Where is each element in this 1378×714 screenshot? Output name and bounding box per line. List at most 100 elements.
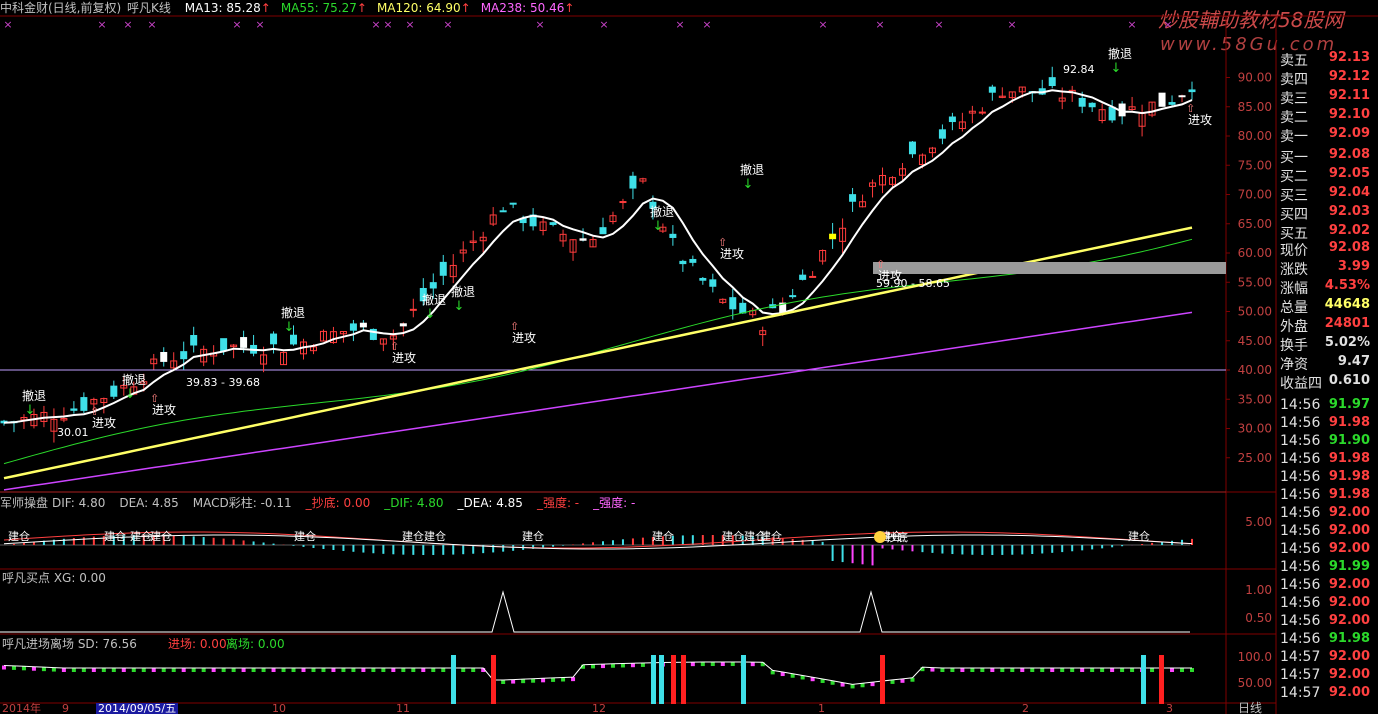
price-axis-label: 45.00 — [1238, 334, 1272, 348]
order-book-row[interactable]: 买三 92.04 — [1278, 185, 1378, 204]
sd-dot — [211, 668, 216, 672]
candle-body — [938, 129, 946, 139]
tick-row[interactable]: 14:56 92.00 — [1278, 541, 1378, 559]
time-axis-label: 3 — [1166, 702, 1173, 714]
stat-row[interactable]: 收益四 0.610 — [1278, 373, 1378, 392]
stat-row[interactable]: 换手 5.02% — [1278, 335, 1378, 354]
candle-body — [240, 337, 248, 348]
candle-body — [549, 222, 557, 225]
sd-in-label: 进场: 0.00 — [168, 637, 227, 651]
tick-row[interactable]: 14:56 92.00 — [1278, 595, 1378, 613]
tick-row[interactable]: 14:56 91.99 — [1278, 559, 1378, 577]
tick-row[interactable]: 14:56 91.90 — [1278, 433, 1378, 451]
tick-row[interactable]: 14:57 92.00 — [1278, 685, 1378, 703]
tick-row[interactable]: 14:56 92.00 — [1278, 577, 1378, 595]
x-marker-icon: × — [1007, 18, 1016, 31]
stat-row[interactable]: 涨幅 4.53% — [1278, 278, 1378, 297]
order-book-row-label: 买三 — [1280, 188, 1308, 204]
attack-label: 进攻 — [392, 351, 416, 365]
order-book-row-value: 92.08 — [1328, 147, 1370, 162]
attack-label: 进攻 — [1188, 113, 1212, 127]
order-book-row-value: 92.12 — [1328, 69, 1370, 84]
tick-row[interactable]: 14:56 91.98 — [1278, 451, 1378, 469]
candle-body — [709, 279, 717, 287]
down-arrow-icon: ↓ — [743, 177, 754, 192]
candle-body — [409, 308, 417, 311]
order-book-row[interactable]: 买四 92.03 — [1278, 204, 1378, 223]
tick-row[interactable]: 14:56 91.98 — [1278, 631, 1378, 649]
order-book-row[interactable]: 买五 92.02 — [1278, 223, 1378, 242]
tick-row-label: 14:56 — [1280, 469, 1321, 485]
candle-body — [290, 334, 298, 345]
tick-row[interactable]: 14:56 91.98 — [1278, 415, 1378, 433]
sd-dot — [221, 668, 226, 672]
tick-row[interactable]: 14:56 92.00 — [1278, 613, 1378, 631]
tick-row[interactable]: 14:56 92.00 — [1278, 505, 1378, 523]
order-book-row-label: 卖二 — [1280, 110, 1308, 126]
sd-dot — [471, 668, 476, 672]
order-book-row[interactable]: 卖五 92.13 — [1278, 50, 1378, 69]
sd-dot — [1010, 668, 1015, 672]
x-marker-icon: × — [371, 18, 380, 31]
tick-row-value: 92.00 — [1328, 541, 1370, 556]
tick-row-label: 14:56 — [1280, 523, 1321, 539]
tick-row[interactable]: 14:57 92.00 — [1278, 649, 1378, 667]
stat-row[interactable]: 现价 92.08 — [1278, 240, 1378, 259]
candle-body — [699, 277, 707, 281]
stat-row[interactable]: 总量 44648 — [1278, 297, 1378, 316]
order-book-row[interactable]: 卖一 92.09 — [1278, 126, 1378, 145]
candle-body — [220, 338, 228, 352]
chart-canvas[interactable]: × × × × × × × × × × × × × × × × × × × ×90.0085.0080.0075.00… — [0, 0, 1378, 714]
sd-axis-label: 50.00 — [1238, 676, 1272, 690]
macd-value-8: _强度: - — [593, 496, 636, 510]
candle-body — [509, 202, 517, 205]
order-book-row[interactable]: 买一 92.08 — [1278, 147, 1378, 166]
sd-dot — [710, 662, 715, 667]
stat-row-label: 涨跌 — [1280, 262, 1308, 278]
stat-row[interactable]: 涨跌 3.99 — [1278, 259, 1378, 278]
price-axis-label: 35.00 — [1238, 392, 1272, 406]
macd-value-2: DEA: 4.85 — [119, 496, 179, 510]
sd-dot — [351, 668, 356, 672]
order-book-row[interactable]: 卖三 92.11 — [1278, 88, 1378, 107]
order-book-row[interactable]: 卖二 92.10 — [1278, 107, 1378, 126]
tick-row[interactable]: 14:56 92.00 — [1278, 523, 1378, 541]
sd-dot — [640, 662, 645, 667]
sd-dot — [151, 668, 156, 672]
candle-body — [270, 333, 278, 345]
sd-dot — [1170, 668, 1175, 672]
candle-body — [669, 233, 677, 238]
attack-label: 进攻 — [152, 403, 176, 417]
order-book-row[interactable]: 卖四 92.12 — [1278, 69, 1378, 88]
x-marker-icon: × — [255, 18, 264, 31]
sd-dot — [750, 662, 755, 667]
low-label: 30.01 — [57, 426, 89, 439]
time-axis-label: 11 — [396, 702, 410, 714]
stat-row[interactable]: 外盘 24801 — [1278, 316, 1378, 335]
tick-row[interactable]: 14:56 91.97 — [1278, 397, 1378, 415]
tick-row[interactable]: 14:56 91.98 — [1278, 487, 1378, 505]
retreat-label: 撤退 — [740, 162, 764, 177]
sd-dot — [231, 668, 236, 672]
retreat-label: 撤退 — [1108, 46, 1132, 61]
sd-dot — [1060, 668, 1065, 672]
tick-row[interactable]: 14:57 92.00 — [1278, 667, 1378, 685]
order-book-row[interactable]: 买二 92.05 — [1278, 166, 1378, 185]
candle-body — [349, 323, 357, 331]
signal-bar — [651, 655, 656, 704]
candle-body — [619, 201, 627, 204]
macd-value-4: _抄底: 0.00 — [305, 496, 371, 510]
x-marker-icon: × — [3, 18, 12, 31]
sd-dot — [930, 667, 935, 672]
candle-body — [180, 351, 188, 360]
retreat-label: 撤退 — [650, 204, 674, 219]
sd-dot — [1100, 668, 1105, 672]
stat-row[interactable]: 净资 9.47 — [1278, 354, 1378, 373]
x-marker-icon: × — [1127, 18, 1136, 31]
macd-value-7: _强度: - — [536, 496, 580, 510]
tick-row[interactable]: 14:56 91.98 — [1278, 469, 1378, 487]
candle-body — [399, 323, 407, 327]
dea-line — [3, 534, 1193, 550]
tick-row-label: 14:56 — [1280, 505, 1321, 521]
sd-dot — [720, 662, 725, 666]
